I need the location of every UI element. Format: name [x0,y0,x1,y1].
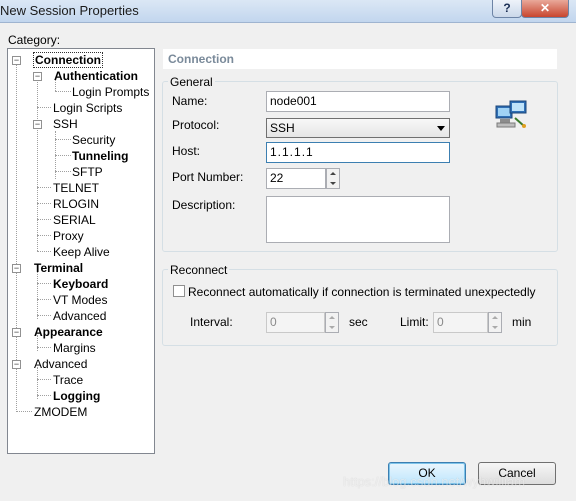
interval-spinner[interactable] [325,312,339,333]
category-label: Category: [8,33,61,47]
close-button[interactable]: ✕ [521,0,569,18]
reconnect-group [162,269,558,346]
limit-spinner[interactable] [488,312,502,333]
tree-item-tunneling[interactable]: Tunneling [72,149,128,164]
limit-unit: min [512,315,532,329]
interval-label: Interval: [190,315,233,329]
spin-down-icon[interactable] [327,179,339,188]
collapse-icon[interactable]: − [33,120,42,129]
name-label: Name: [172,94,208,108]
tree-item-telnet[interactable]: TELNET [53,181,99,196]
collapse-icon[interactable]: − [12,328,21,337]
limit-label: Limit: [400,315,429,329]
tree-item-authentication[interactable]: Authentication [54,69,138,84]
tree-item-security[interactable]: Security [72,133,115,148]
tree-item-connection[interactable]: Connection [33,52,103,68]
port-number-field[interactable]: 22 [266,168,326,189]
reconnect-legend: Reconnect [168,263,230,277]
network-computers-icon [495,100,527,128]
spin-down-icon[interactable] [326,323,338,332]
help-button[interactable]: ? [492,0,522,18]
tree-item-terminal[interactable]: Terminal [34,261,83,276]
interval-field[interactable]: 0 [266,312,325,333]
tree-item-rlogin[interactable]: RLOGIN [53,197,99,212]
collapse-icon[interactable]: − [33,72,42,81]
watermark-text: https://blog.csdn.net/wyhwilliam [343,474,526,489]
chevron-down-icon [437,126,445,131]
spin-up-icon[interactable] [489,313,501,322]
tree-item-keyboard[interactable]: Keyboard [53,277,108,292]
tree-item-appearance[interactable]: Appearance [34,325,103,340]
protocol-select[interactable]: SSH [266,118,450,138]
window-title: New Session Properties [0,3,139,18]
tree-item-zmodem[interactable]: ZMODEM [34,405,87,420]
tree-item-terminal-advanced[interactable]: Advanced [53,309,106,324]
tree-item-proxy[interactable]: Proxy [53,229,84,244]
protocol-value: SSH [270,121,295,135]
description-label: Description: [172,198,236,212]
reconnect-checkbox[interactable] [173,285,185,297]
tree-item-login-scripts[interactable]: Login Scripts [53,101,122,116]
tree-item-keep-alive[interactable]: Keep Alive [53,245,110,260]
tree-item-label: Connection [33,52,103,68]
general-legend: General [168,75,215,89]
collapse-icon[interactable]: − [12,56,21,65]
port-number-label: Port Number: [172,170,244,184]
host-field[interactable]: 1.1.1.1 [266,142,450,163]
description-field[interactable] [266,196,450,243]
tree-item-trace[interactable]: Trace [53,373,83,388]
collapse-icon[interactable]: − [12,264,21,273]
panel-header: Connection [163,49,557,69]
tree-item-advanced[interactable]: Advanced [34,357,87,372]
spin-up-icon[interactable] [327,169,339,178]
category-tree[interactable]: − Connection − Authentication Login Prom… [7,48,155,454]
limit-field[interactable]: 0 [433,312,488,333]
port-number-spinner[interactable] [326,168,340,189]
protocol-label: Protocol: [172,118,220,132]
name-field[interactable]: node001 [266,91,450,112]
spin-down-icon[interactable] [489,323,501,332]
collapse-icon[interactable]: − [12,360,21,369]
spin-up-icon[interactable] [326,313,338,322]
tree-item-vt-modes[interactable]: VT Modes [53,293,107,308]
tree-item-margins[interactable]: Margins [53,341,96,356]
host-label: Host: [172,144,201,158]
tree-item-sftp[interactable]: SFTP [72,165,103,180]
tree-item-serial[interactable]: SERIAL [53,213,96,228]
title-bar: New Session Properties ? ✕ [0,0,576,23]
tree-item-logging[interactable]: Logging [53,389,100,404]
interval-unit: sec [349,315,368,329]
tree-item-ssh[interactable]: SSH [53,117,78,132]
tree-item-login-prompts[interactable]: Login Prompts [72,85,149,100]
reconnect-checkbox-label: Reconnect automatically if connection is… [188,285,536,299]
